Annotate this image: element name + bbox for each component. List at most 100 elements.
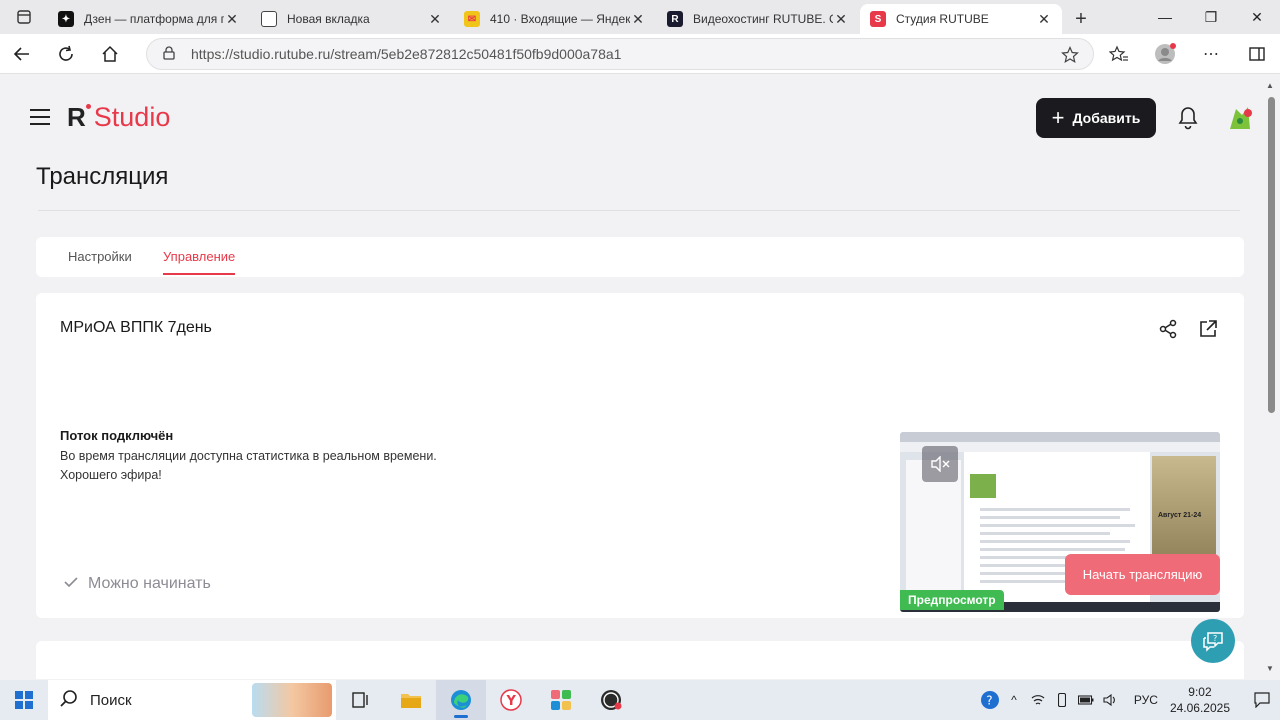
network-icon[interactable] [1026, 680, 1050, 720]
scroll-down-icon[interactable]: ▼ [1266, 664, 1274, 673]
rstudio-logo[interactable]: R Studio [67, 102, 170, 133]
stream-status-greeting: Хорошего эфира! [60, 468, 162, 482]
plus-icon: + [1051, 105, 1065, 130]
stream-name: МРиОА ВППК 7день [60, 319, 212, 336]
profile-avatar[interactable] [1142, 34, 1188, 74]
close-window-icon[interactable]: ✕ [1234, 0, 1280, 34]
browser-tab-new[interactable]: Новая вкладка ✕ [251, 4, 453, 34]
chevron-up-icon[interactable]: ^ [1002, 680, 1026, 720]
page-title: Трансляция [36, 163, 169, 190]
page-tabs: Настройки Управление [36, 237, 1244, 277]
system-tray: ? ^ РУС 9:02 24.06.2025 [978, 680, 1280, 720]
browser-tab-studio[interactable]: S Студия RUTUBE ✕ [860, 4, 1062, 34]
help-tray-icon[interactable]: ? [978, 680, 1002, 720]
ready-label: Можно начинать [88, 575, 211, 592]
page-scrollbar[interactable]: ▲ ▼ [1262, 75, 1280, 679]
url-path: /stream/5eb2e872812c50481f50fb9d000a78a1 [330, 46, 622, 62]
close-tab-icon[interactable]: ✕ [630, 11, 646, 28]
preview-badge: Предпросмотр [900, 590, 1004, 610]
restore-icon[interactable]: ❐ [1188, 0, 1234, 34]
address-toolbar: https://studio.rutube.ru/stream/5eb2e872… [0, 34, 1280, 74]
search-label: Поиск [90, 691, 132, 709]
preview-ad-text: Август 21-24 [1158, 512, 1202, 519]
stream-card: МРиОА ВППК 7день Поток подключён Во врем… [36, 293, 1244, 618]
input-language[interactable]: РУС [1134, 693, 1158, 707]
add-button[interactable]: + Добавить [1036, 98, 1156, 138]
more-options-icon[interactable]: ⋯ [1188, 34, 1234, 74]
logo-studio: Studio [93, 102, 171, 132]
notifications-bell-icon[interactable] [1176, 105, 1200, 136]
share-icon[interactable] [1158, 319, 1178, 344]
studio-page: R Studio + Добавить Трансляция Настройки… [0, 75, 1262, 679]
stream-status-text: Во время трансляции доступна статистика … [60, 449, 437, 463]
minimize-icon[interactable]: — [1142, 0, 1188, 34]
rutube-icon: R [667, 11, 683, 27]
add-button-label: Добавить [1072, 110, 1141, 126]
header-divider [38, 210, 1240, 211]
battery-icon[interactable] [1074, 680, 1098, 720]
search-icon [60, 689, 78, 711]
task-view-icon[interactable] [336, 680, 386, 720]
browser-right-controls: ⋯ [1096, 34, 1280, 74]
close-tab-icon[interactable]: ✕ [1036, 11, 1052, 28]
browser-tab-zen[interactable]: ✦ Дзен — платформа для пр ✕ [48, 4, 250, 34]
tab-settings[interactable]: Настройки [68, 249, 132, 264]
mute-icon[interactable] [922, 446, 958, 482]
stream-status-title: Поток подключён [60, 428, 174, 443]
windows-taskbar: Поиск Y ? ^ РУС 9:02 24.06.2025 [0, 680, 1280, 720]
page-icon [261, 11, 277, 27]
browser-tab-strip: ✦ Дзен — платформа для пр ✕ Новая вкладк… [0, 0, 1280, 34]
browser-tab-mail[interactable]: ✉ 410 · Входящие — Яндекс ✕ [454, 4, 656, 34]
sidebar-toggle-icon[interactable] [1234, 34, 1280, 74]
home-icon[interactable] [88, 34, 132, 74]
refresh-icon[interactable] [44, 34, 88, 74]
rutube-studio-icon: S [870, 11, 886, 27]
menu-icon[interactable] [30, 109, 50, 125]
zen-icon: ✦ [58, 11, 74, 27]
file-explorer-icon[interactable] [386, 680, 436, 720]
svg-text:Y: Y [506, 694, 517, 709]
tab-management[interactable]: Управление [163, 249, 235, 264]
svg-text:?: ? [986, 694, 992, 708]
windows-start-icon[interactable] [0, 680, 48, 720]
notification-center-icon[interactable] [1244, 692, 1280, 708]
check-icon [64, 575, 78, 593]
preview-content [900, 432, 1220, 442]
messenger-app-icon[interactable] [536, 680, 586, 720]
tab-title: Дзен — платформа для пр [84, 12, 224, 26]
speaker-icon[interactable] [1098, 680, 1122, 720]
open-external-icon[interactable] [1198, 319, 1218, 344]
close-tab-icon[interactable]: ✕ [833, 11, 849, 28]
scrollbar-thumb[interactable] [1268, 97, 1275, 413]
back-icon[interactable] [0, 34, 44, 74]
close-tab-icon[interactable]: ✕ [224, 11, 240, 28]
tab-title: 410 · Входящие — Яндекс [490, 12, 630, 26]
new-tab-button[interactable]: + [1063, 4, 1099, 34]
ready-status: Можно начинать [64, 575, 211, 593]
obs-studio-icon[interactable] [586, 680, 636, 720]
user-avatar[interactable] [1226, 103, 1256, 133]
clock-time: 9:02 [1188, 685, 1212, 699]
edge-browser-icon[interactable] [436, 680, 486, 720]
favorite-star-icon[interactable] [1061, 46, 1079, 67]
favorites-icon[interactable] [1096, 34, 1142, 74]
url-host: https://studio.rutube.ru [191, 46, 331, 62]
start-stream-button[interactable]: Начать трансляцию [1065, 554, 1220, 595]
search-highlight-image [252, 683, 332, 717]
browser-tab-rutube[interactable]: R Видеохостинг RUTUBE. Сх ✕ [657, 4, 859, 34]
tab-title: Студия RUTUBE [896, 12, 989, 26]
lock-icon[interactable] [163, 45, 175, 63]
yandex-browser-icon[interactable]: Y [486, 680, 536, 720]
active-tab-indicator [163, 273, 235, 275]
system-clock[interactable]: 9:02 24.06.2025 [1170, 684, 1230, 716]
window-controls: — ❐ ✕ [1142, 0, 1280, 34]
tab-actions-icon[interactable] [0, 0, 48, 34]
close-tab-icon[interactable]: ✕ [427, 11, 443, 28]
phone-icon[interactable] [1050, 680, 1074, 720]
tab-title: Новая вкладка [287, 12, 370, 26]
url-field[interactable]: https://studio.rutube.ru/stream/5eb2e872… [146, 38, 1094, 70]
tab-title: Видеохостинг RUTUBE. Сх [693, 12, 833, 26]
support-chat-icon[interactable]: ? [1191, 619, 1235, 663]
scroll-up-icon[interactable]: ▲ [1266, 81, 1274, 90]
taskbar-search[interactable]: Поиск [48, 680, 336, 720]
